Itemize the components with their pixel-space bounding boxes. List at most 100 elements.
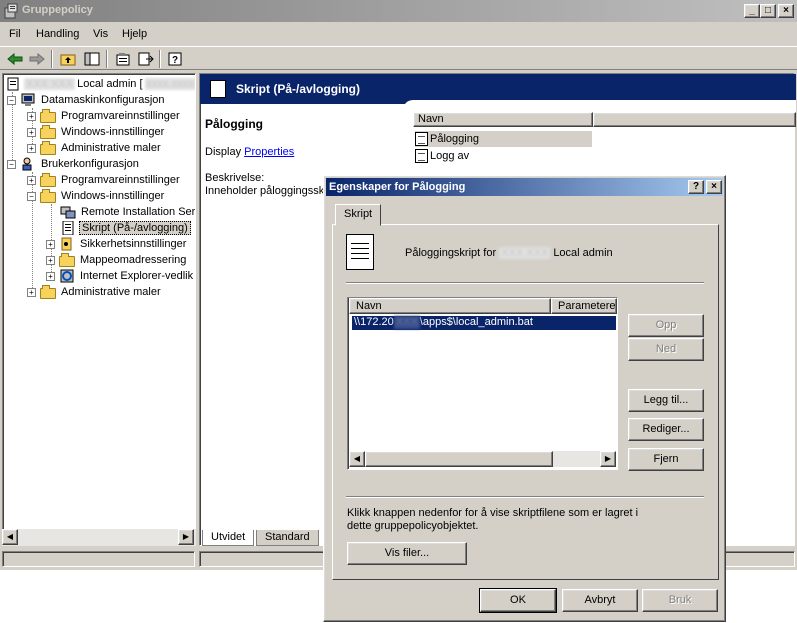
show-files-button[interactable]: Vis filer... xyxy=(347,542,467,565)
properties-icon xyxy=(116,53,130,66)
tree-item-software-settings[interactable]: + Programvareinnstillinger xyxy=(27,108,182,124)
collapse-icon[interactable]: − xyxy=(27,191,36,201)
properties-link[interactable]: Properties xyxy=(244,146,294,158)
close-button[interactable]: × xyxy=(778,4,794,18)
ok-button[interactable]: OK xyxy=(479,588,557,613)
folder-icon xyxy=(40,284,56,299)
svg-text:?: ? xyxy=(172,55,178,66)
toolbar: ? xyxy=(0,46,797,70)
dialog-close-button[interactable]: × xyxy=(706,180,722,194)
collapse-icon[interactable]: − xyxy=(7,95,16,105)
help-button[interactable]: ? xyxy=(165,49,187,69)
remove-button[interactable]: Fjern xyxy=(628,448,704,471)
status-panel xyxy=(2,551,195,567)
script-for-line: Påloggingskript for XXX XXX Local admin xyxy=(405,247,613,259)
list-item[interactable]: Logg av xyxy=(415,148,469,164)
expand-icon[interactable]: + xyxy=(46,255,55,265)
show-hide-tree-button[interactable] xyxy=(81,49,103,69)
list-item-label: Logg av xyxy=(430,150,470,162)
move-up-button[interactable]: Opp xyxy=(628,314,704,337)
folder-icon xyxy=(40,188,56,203)
expand-icon[interactable]: + xyxy=(27,143,36,153)
tree-root[interactable]: XXX XXX Local admin [ xxxx.xxxx xyxy=(5,76,195,92)
tree-item-ie-maintenance[interactable]: + Internet Explorer-vedlik xyxy=(46,268,195,284)
tree-item-folder-redirection[interactable]: + Mappeomadressering xyxy=(46,252,188,268)
expand-icon[interactable]: + xyxy=(27,287,36,297)
redacted-name: XXX XXX xyxy=(24,78,76,90)
script-for-suffix: Local admin xyxy=(553,247,613,259)
dialog-title-bar[interactable]: Egenskaper for Pålogging ? × xyxy=(326,178,723,196)
edit-button[interactable]: Rediger... xyxy=(628,418,704,441)
expand-icon[interactable]: + xyxy=(46,239,55,249)
tree-item-label: Administrative maler xyxy=(61,286,161,298)
separator xyxy=(346,496,704,498)
column-blank[interactable] xyxy=(593,112,796,127)
maximize-button[interactable]: □ xyxy=(760,4,776,18)
column-name[interactable]: Navn xyxy=(413,112,593,127)
scroll-right-button[interactable]: ▶ xyxy=(178,529,194,545)
tree-item-user-admin-templates[interactable]: + Administrative maler xyxy=(27,284,163,300)
export-list-button[interactable] xyxy=(135,49,157,69)
forward-button[interactable] xyxy=(26,49,48,69)
folder-icon xyxy=(40,124,56,139)
tree-item-label: Brukerkonfigurasjon xyxy=(41,158,139,170)
tree-item-admin-templates[interactable]: + Administrative maler xyxy=(27,140,163,156)
tree-horizontal-scrollbar[interactable]: ◀ ▶ xyxy=(2,529,196,546)
column-name[interactable]: Navn xyxy=(349,298,551,314)
properties-button[interactable] xyxy=(112,49,134,69)
dialog-help-button[interactable]: ? xyxy=(688,180,704,194)
list-horizontal-scrollbar[interactable]: ◀ ▶ xyxy=(349,451,616,467)
tree-item-user-software-settings[interactable]: + Programvareinnstillinger xyxy=(27,172,182,188)
tree-item-label: Remote Installation Ser xyxy=(81,206,196,218)
tab-extended[interactable]: Utvidet xyxy=(202,530,255,546)
script-icon xyxy=(62,221,74,235)
add-button[interactable]: Legg til... xyxy=(628,389,704,412)
console-tree[interactable]: XXX XXX Local admin [ xxxx.xxxx − Datama… xyxy=(2,73,196,546)
scroll-left-button[interactable]: ◀ xyxy=(349,451,365,467)
redacted-name: XXX XXX xyxy=(499,247,551,259)
tree-item-computer-config[interactable]: − Datamaskinkonfigurasjon xyxy=(7,92,167,108)
tree-item-scripts[interactable]: Skript (På-/avlogging) xyxy=(60,220,191,236)
scroll-thumb[interactable] xyxy=(365,451,553,467)
redacted-ip: XXX xyxy=(393,316,420,329)
tree-item-remote-installation[interactable]: Remote Installation Ser xyxy=(60,204,196,220)
column-parameters[interactable]: Parametere xyxy=(551,298,617,314)
up-one-level-button[interactable] xyxy=(57,49,79,69)
cancel-button[interactable]: Avbryt xyxy=(562,589,638,612)
scripts-list[interactable]: Navn Parametere \\172.20 XXX \apps$\local_… xyxy=(347,297,618,470)
script-icon xyxy=(210,80,226,98)
menu-file[interactable]: Fil xyxy=(9,28,21,40)
tree-item-user-config[interactable]: − Brukerkonfigurasjon xyxy=(7,156,141,172)
tab-scripts[interactable]: Skript xyxy=(335,204,382,226)
security-icon xyxy=(61,237,72,251)
script-row-selected[interactable]: \\172.20 XXX \apps$\local_admin.bat xyxy=(352,316,616,330)
title-bar[interactable]: Gruppepolicy _ □ × xyxy=(0,0,797,22)
apply-button[interactable]: Bruk xyxy=(642,589,718,612)
tree-item-security-settings[interactable]: + Sikkerhetsinnstillinger xyxy=(46,236,188,252)
tree-item-user-windows-settings[interactable]: − Windows-innstillinger xyxy=(27,188,166,204)
expand-icon[interactable]: + xyxy=(27,127,36,137)
tree-item-windows-settings[interactable]: + Windows-innstillinger xyxy=(27,124,166,140)
scroll-left-button[interactable]: ◀ xyxy=(2,529,18,545)
user-icon xyxy=(22,157,32,171)
tree-item-label: Programvareinnstillinger xyxy=(61,174,180,186)
menu-help[interactable]: Hjelp xyxy=(122,28,147,40)
menu-view[interactable]: Vis xyxy=(93,28,108,40)
scroll-right-button[interactable]: ▶ xyxy=(600,451,616,467)
console-tree-icon xyxy=(84,52,100,66)
expand-icon[interactable]: + xyxy=(46,271,55,281)
move-down-button[interactable]: Ned xyxy=(628,338,704,361)
help-icon: ? xyxy=(168,52,182,66)
expand-icon[interactable]: + xyxy=(27,175,36,185)
list-item[interactable]: Pålogging xyxy=(415,131,592,147)
description-text: Inneholder påloggingsskr xyxy=(205,185,328,197)
minimize-button[interactable]: _ xyxy=(744,4,760,18)
expand-icon[interactable]: + xyxy=(27,111,36,121)
back-button[interactable] xyxy=(4,49,26,69)
tab-standard[interactable]: Standard xyxy=(256,530,319,546)
collapse-icon[interactable]: − xyxy=(7,159,16,169)
description-label: Beskrivelse: xyxy=(205,172,265,184)
tree-item-label-selected: Skript (På-/avlogging) xyxy=(79,221,191,235)
menu-action[interactable]: Handling xyxy=(36,28,79,40)
show-files-note: Klikk knappen nedenfor for å vise skript… xyxy=(347,507,639,532)
